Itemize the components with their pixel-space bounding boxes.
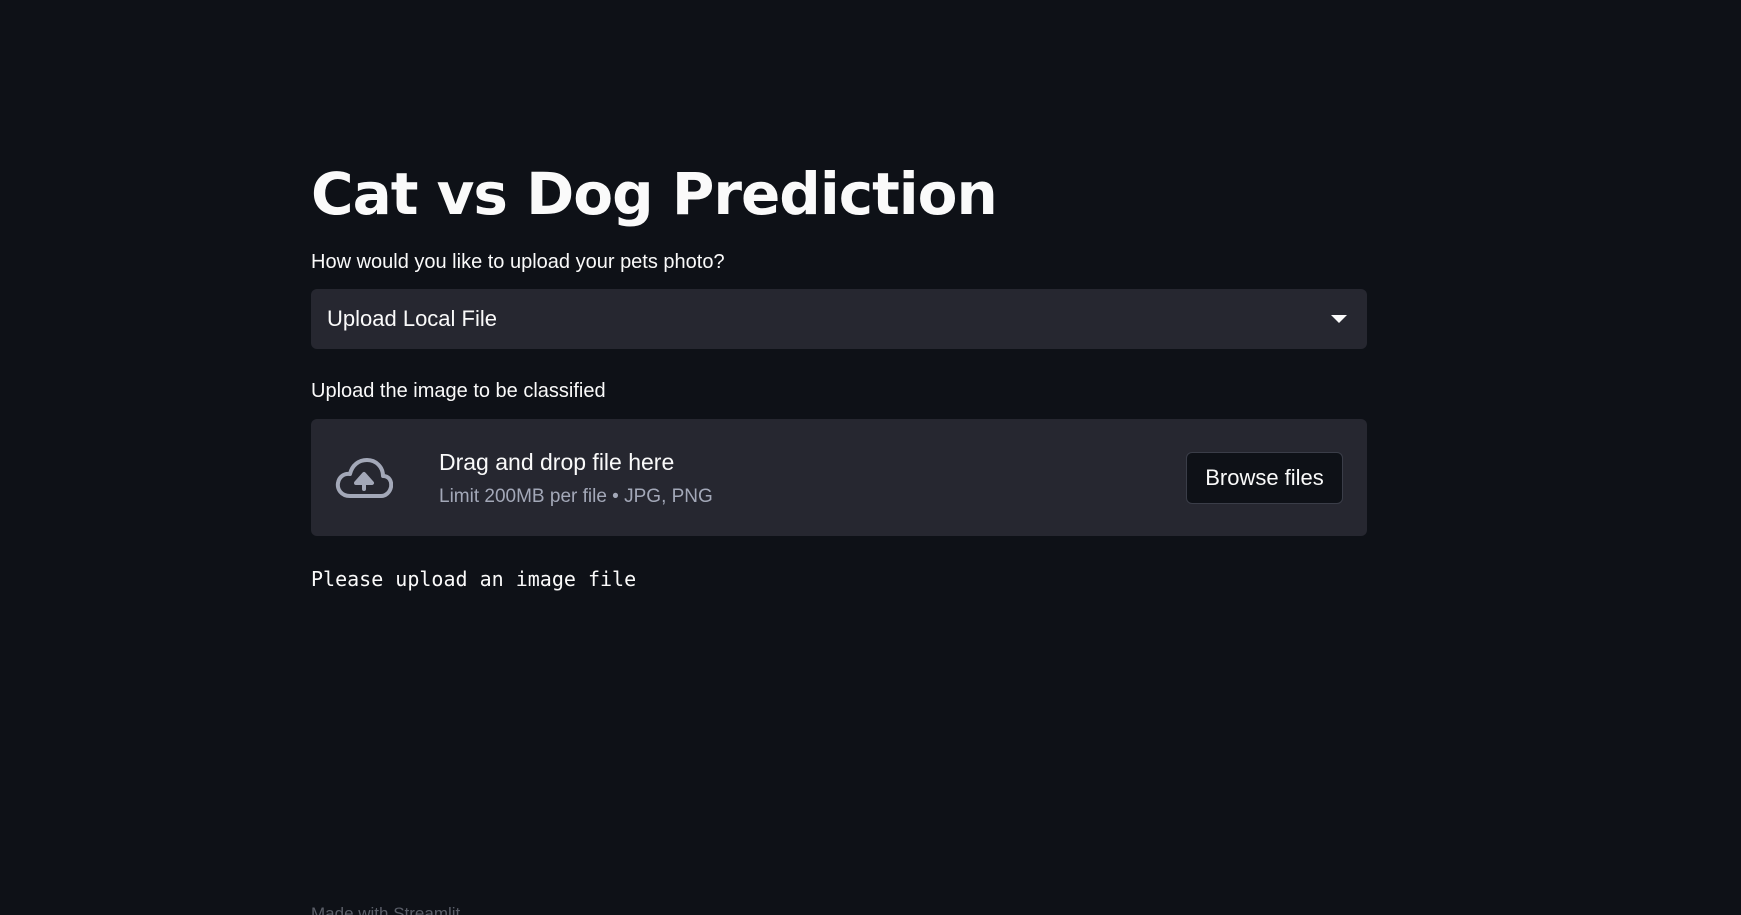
main-content: Cat vs Dog Prediction How would you like… — [311, 150, 1367, 594]
upload-method-selected-value: Upload Local File — [327, 306, 497, 331]
cloud-upload-icon — [335, 457, 393, 498]
chevron-down-icon[interactable] — [1331, 315, 1347, 323]
browse-files-button[interactable]: Browse files — [1186, 451, 1343, 504]
page-title: Cat vs Dog Prediction — [311, 160, 998, 228]
file-dropzone[interactable]: Drag and drop file here Limit 200MB per … — [311, 419, 1367, 536]
dropzone-instructions: Drag and drop file here Limit 200MB per … — [439, 447, 1186, 509]
upload-method-label: How would you like to upload your pets p… — [311, 251, 725, 273]
dropzone-limit-text: Limit 200MB per file • JPG, PNG — [439, 485, 713, 507]
dropzone-title: Drag and drop file here — [439, 448, 675, 475]
footer-made-with[interactable]: Made with Streamlit — [311, 904, 460, 915]
upload-method-select[interactable]: Upload Local File — [311, 289, 1367, 349]
app-root: Cat vs Dog Prediction How would you like… — [0, 0, 1741, 915]
file-uploader-label: Upload the image to be classified — [311, 380, 606, 402]
status-message: Please upload an image file — [311, 567, 637, 591]
